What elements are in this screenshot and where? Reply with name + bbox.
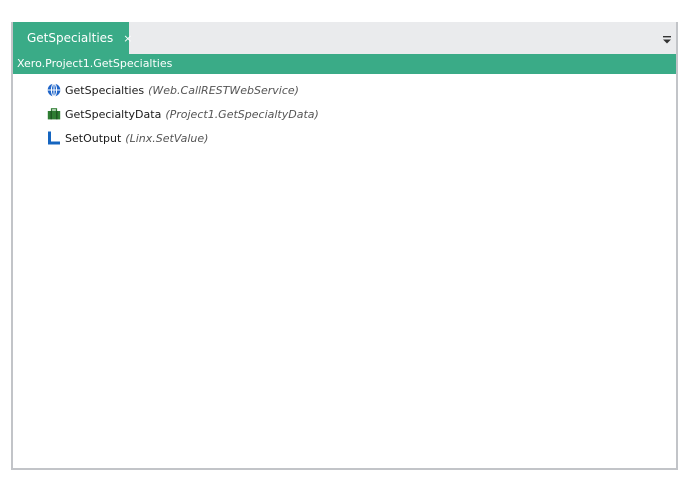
tree-item-type: (Project1.GetSpecialtyData) [165,107,319,121]
tab-label: GetSpecialties [27,31,114,45]
briefcase-icon [47,107,61,121]
tab-menu-dropdown-icon[interactable] [662,31,672,44]
breadcrumb: Xero.Project1.GetSpecialties [13,54,676,74]
tree-item-name: GetSpecialtyData [65,107,162,121]
globe-icon [47,83,61,97]
tab-getspecialties[interactable]: GetSpecialties × [13,22,133,54]
tree-item-name: GetSpecialties [65,83,145,97]
close-icon[interactable]: × [123,33,132,44]
tree-item-getspecialtydata[interactable]: GetSpecialtyData (Project1.GetSpecialtyD… [47,102,676,126]
function-tree: GetSpecialties (Web.CallRESTWebService) … [47,78,676,150]
tree-item-name: SetOutput [65,131,122,145]
tree-item-type: (Web.CallRESTWebService) [148,83,299,97]
designer-panel: GetSpecialties × Xero.Project1.GetSpecia… [11,22,678,470]
tab-strip: GetSpecialties × [13,22,676,54]
tree-item-setoutput[interactable]: SetOutput (Linx.SetValue) [47,126,676,150]
tree-item-type: (Linx.SetValue) [125,131,209,145]
set-value-icon [47,131,61,145]
tree-item-getspecialties[interactable]: GetSpecialties (Web.CallRESTWebService) [47,78,676,102]
